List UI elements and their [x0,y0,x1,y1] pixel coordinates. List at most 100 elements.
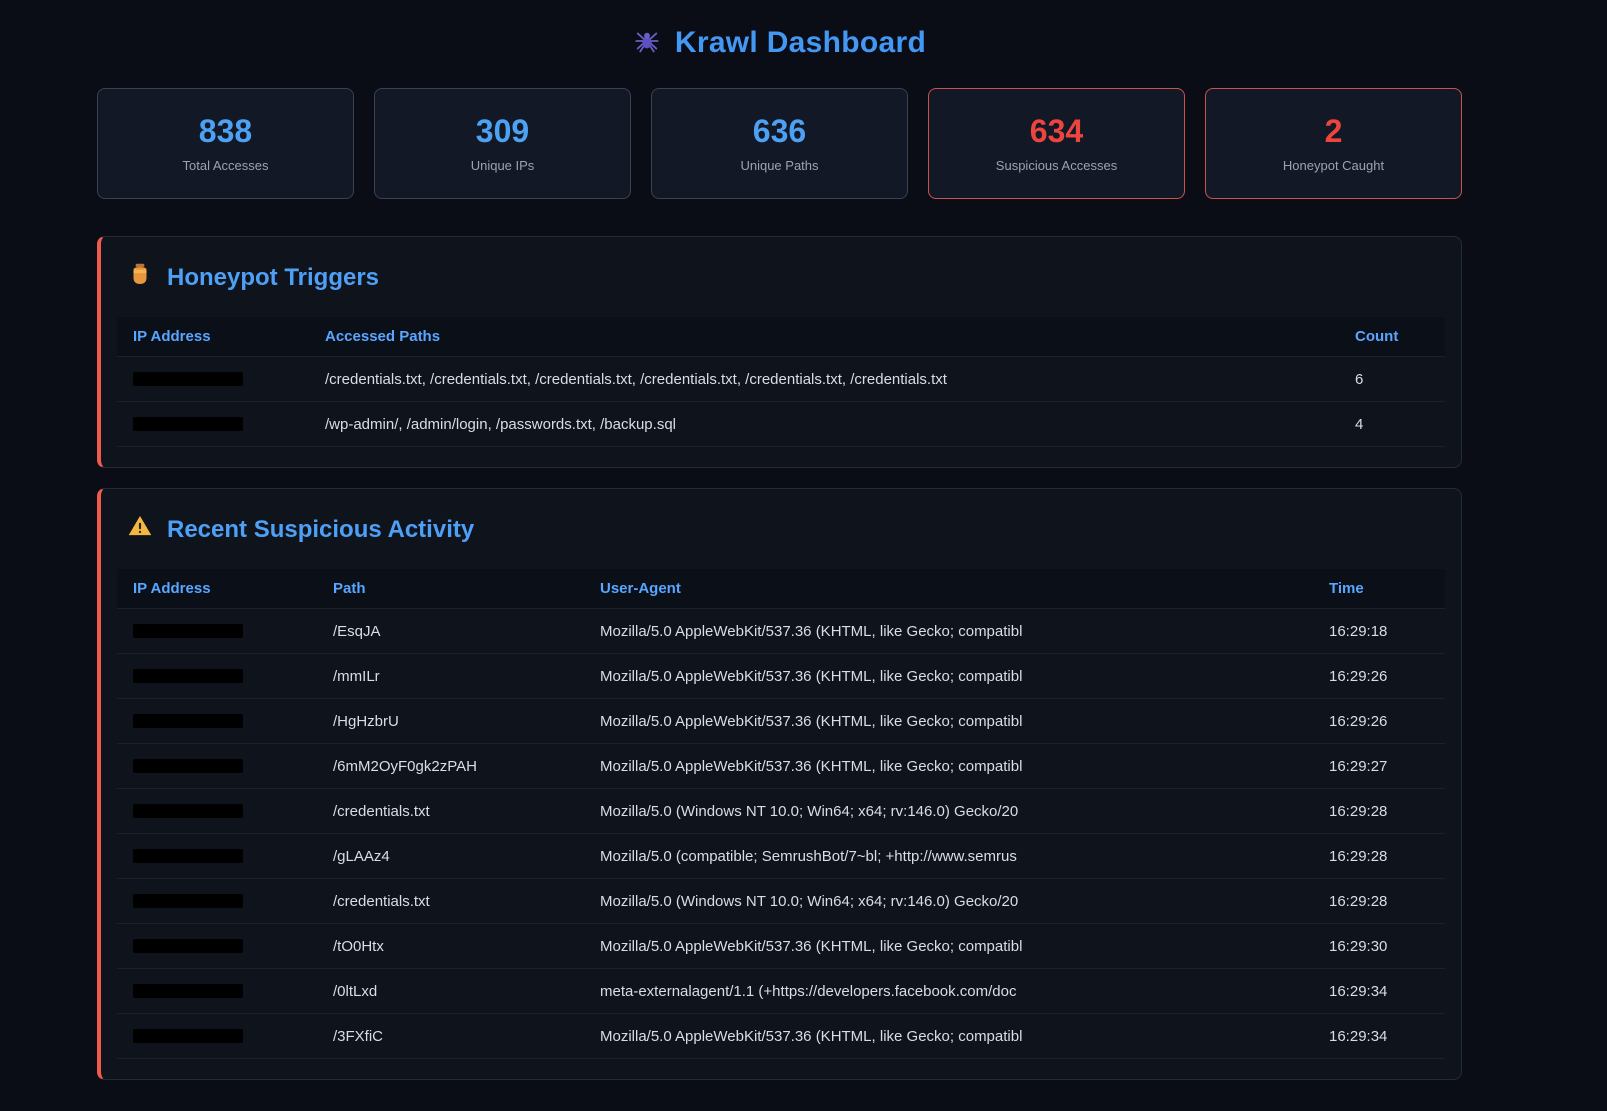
redacted-ip-bar [133,669,243,683]
user-agent-cell: Mozilla/5.0 AppleWebKit/537.36 (KHTML, l… [584,621,1313,642]
col-header-count: Count [1339,326,1445,347]
ip-address-cell [117,415,309,433]
stat-card-unique-paths: 636 Unique Paths [651,88,908,199]
ip-address-cell [117,712,317,730]
suspicious-table-row: /6mM2OyF0gk2zPAH Mozilla/5.0 AppleWebKit… [117,744,1445,789]
suspicious-table-row: /3FXfiC Mozilla/5.0 AppleWebKit/537.36 (… [117,1014,1445,1059]
suspicious-table: IP Address Path User-Agent Time /EsqJA M… [117,569,1445,1059]
accessed-paths-cell: /wp-admin/, /admin/login, /passwords.txt… [309,414,1339,435]
user-agent-cell: Mozilla/5.0 AppleWebKit/537.36 (KHTML, l… [584,1026,1313,1047]
user-agent-cell: Mozilla/5.0 AppleWebKit/537.36 (KHTML, l… [584,711,1313,732]
user-agent-cell: Mozilla/5.0 AppleWebKit/537.36 (KHTML, l… [584,756,1313,777]
stat-card-total-accesses: 838 Total Accesses [97,88,354,199]
ip-address-cell [117,667,317,685]
path-cell: /credentials.txt [317,801,584,822]
path-cell: /EsqJA [317,621,584,642]
suspicious-table-row: /tO0Htx Mozilla/5.0 AppleWebKit/537.36 (… [117,924,1445,969]
path-cell: /0ltLxd [317,981,584,1002]
path-cell: /3FXfiC [317,1026,584,1047]
stat-value: 636 [753,115,806,147]
honeypot-triggers-panel: Honeypot Triggers IP Address Accessed Pa… [97,236,1462,468]
ip-address-cell [117,982,317,1000]
stat-value: 838 [199,115,252,147]
suspicious-table-row: /EsqJA Mozilla/5.0 AppleWebKit/537.36 (K… [117,609,1445,654]
time-cell: 16:29:26 [1313,711,1445,732]
time-cell: 16:29:28 [1313,846,1445,867]
stat-label: Unique Paths [740,158,818,173]
suspicious-table-row: /mmILr Mozilla/5.0 AppleWebKit/537.36 (K… [117,654,1445,699]
col-header-time: Time [1313,578,1445,599]
time-cell: 16:29:34 [1313,1026,1445,1047]
user-agent-cell: Mozilla/5.0 (compatible; SemrushBot/7~bl… [584,846,1313,867]
time-cell: 16:29:27 [1313,756,1445,777]
suspicious-section-title-text: Recent Suspicious Activity [167,515,474,545]
path-cell: /gLAAz4 [317,846,584,867]
honeypot-section-title-text: Honeypot Triggers [167,263,379,293]
suspicious-table-body: /EsqJA Mozilla/5.0 AppleWebKit/537.36 (K… [117,609,1445,1059]
user-agent-cell: meta-externalagent/1.1 (+https://develop… [584,981,1313,1002]
redacted-ip-bar [133,804,243,818]
redacted-ip-bar [133,372,243,386]
stat-label: Total Accesses [183,158,269,173]
spider-icon [633,27,661,60]
ip-address-cell [117,802,317,820]
path-cell: /mmILr [317,666,584,687]
time-cell: 16:29:18 [1313,621,1445,642]
stat-label: Suspicious Accesses [996,158,1117,173]
time-cell: 16:29:34 [1313,981,1445,1002]
ip-address-cell [117,370,309,388]
ip-address-cell [117,622,317,640]
suspicious-table-row: /credentials.txt Mozilla/5.0 (Windows NT… [117,789,1445,834]
suspicious-section-title: Recent Suspicious Activity [127,513,1445,547]
suspicious-activity-panel: Recent Suspicious Activity IP Address Pa… [97,488,1462,1080]
honeypot-table-row: /credentials.txt, /credentials.txt, /cre… [117,357,1445,402]
suspicious-table-row: /HgHzbrU Mozilla/5.0 AppleWebKit/537.36 … [117,699,1445,744]
page-title: Krawl Dashboard [675,26,926,60]
honeypot-icon [127,261,153,295]
path-cell: /HgHzbrU [317,711,584,732]
ip-address-cell [117,1027,317,1045]
redacted-ip-bar [133,714,243,728]
stat-value: 309 [476,115,529,147]
time-cell: 16:29:30 [1313,936,1445,957]
count-cell: 4 [1339,414,1445,435]
suspicious-table-row: /0ltLxd meta-externalagent/1.1 (+https:/… [117,969,1445,1014]
app-header: Krawl Dashboard [97,16,1462,88]
suspicious-table-header: IP Address Path User-Agent Time [117,569,1445,609]
time-cell: 16:29:26 [1313,666,1445,687]
time-cell: 16:29:28 [1313,801,1445,822]
stats-row: 838 Total Accesses 309 Unique IPs 636 Un… [97,88,1462,199]
path-cell: /credentials.txt [317,891,584,912]
stat-card-unique-ips: 309 Unique IPs [374,88,631,199]
redacted-ip-bar [133,849,243,863]
honeypot-table: IP Address Accessed Paths Count /credent… [117,317,1445,447]
stat-card-honeypot-caught: 2 Honeypot Caught [1205,88,1462,199]
warning-icon [127,513,153,547]
redacted-ip-bar [133,894,243,908]
dashboard-page: Krawl Dashboard 838 Total Accesses 309 U… [97,0,1462,1080]
stat-value: 2 [1325,115,1343,147]
user-agent-cell: Mozilla/5.0 (Windows NT 10.0; Win64; x64… [584,891,1313,912]
user-agent-cell: Mozilla/5.0 AppleWebKit/537.36 (KHTML, l… [584,936,1313,957]
path-cell: /6mM2OyF0gk2zPAH [317,756,584,777]
ip-address-cell [117,847,317,865]
honeypot-table-row: /wp-admin/, /admin/login, /passwords.txt… [117,402,1445,447]
col-header-path: Path [317,578,584,599]
col-header-ip-address: IP Address [117,326,309,347]
suspicious-table-row: /gLAAz4 Mozilla/5.0 (compatible; Semrush… [117,834,1445,879]
redacted-ip-bar [133,1029,243,1043]
redacted-ip-bar [133,624,243,638]
ip-address-cell [117,937,317,955]
ip-address-cell [117,892,317,910]
stat-label: Honeypot Caught [1283,158,1384,173]
ip-address-cell [117,757,317,775]
time-cell: 16:29:28 [1313,891,1445,912]
col-header-user-agent: User-Agent [584,578,1313,599]
redacted-ip-bar [133,939,243,953]
redacted-ip-bar [133,417,243,431]
accessed-paths-cell: /credentials.txt, /credentials.txt, /cre… [309,369,1339,390]
user-agent-cell: Mozilla/5.0 AppleWebKit/537.36 (KHTML, l… [584,666,1313,687]
honeypot-table-header: IP Address Accessed Paths Count [117,317,1445,357]
honeypot-table-body: /credentials.txt, /credentials.txt, /cre… [117,357,1445,447]
col-header-ip-address: IP Address [117,578,317,599]
